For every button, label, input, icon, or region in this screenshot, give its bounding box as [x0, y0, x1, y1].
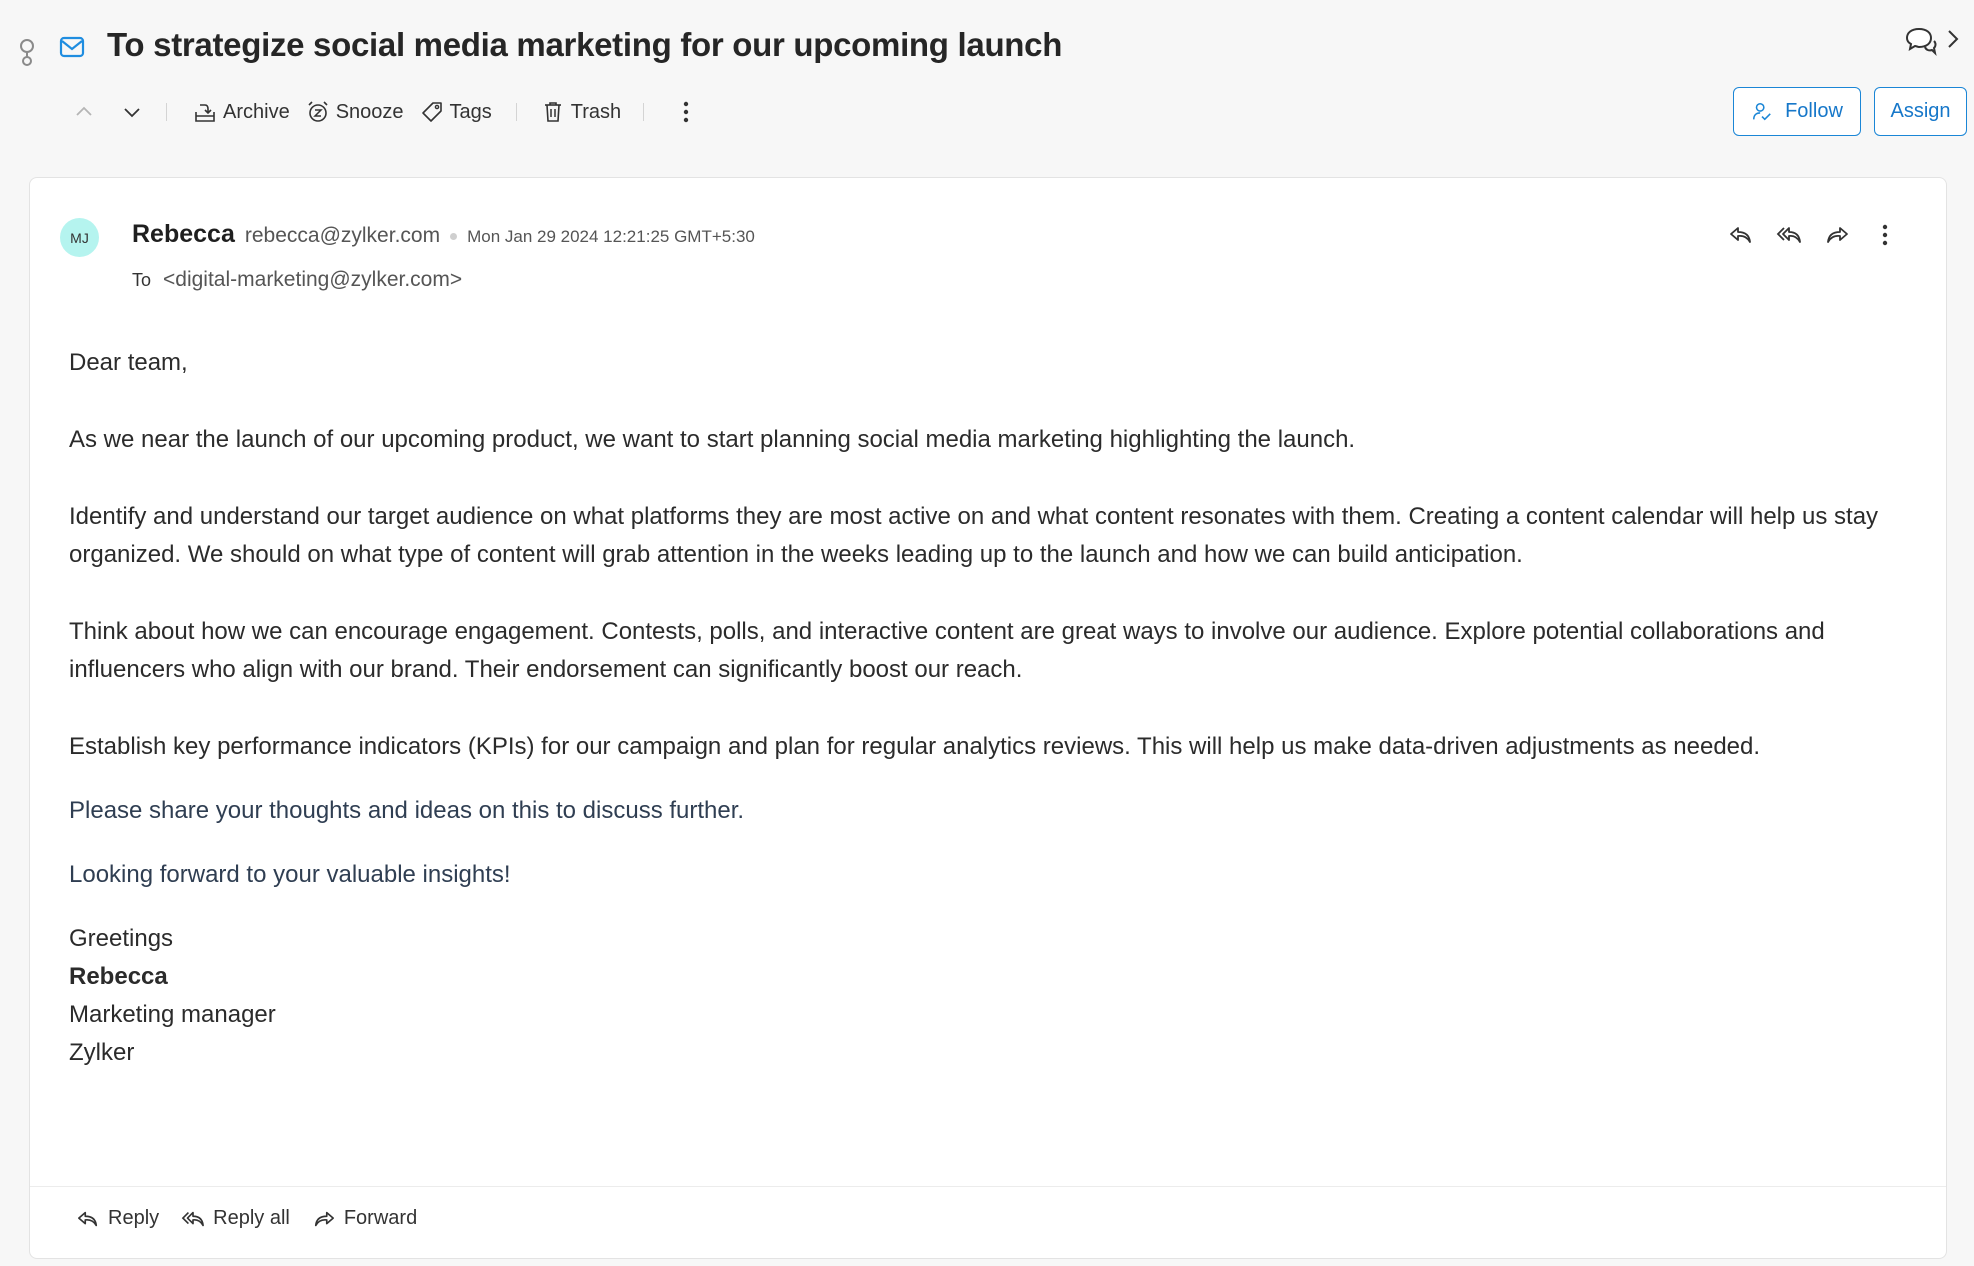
- recipient-address[interactable]: <digital-marketing@zylker.com>: [163, 268, 462, 292]
- tags-button[interactable]: Tags: [420, 100, 492, 124]
- sender-name[interactable]: Rebecca: [132, 220, 235, 249]
- footer-divider: [30, 1186, 1946, 1187]
- signature-title: Marketing manager: [69, 1001, 276, 1028]
- email-subject-title: To strategize social media marketing for…: [107, 26, 1063, 63]
- toolbar: Archive Snooze Tags Trash: [70, 96, 700, 128]
- reply-all-icon: [181, 1211, 205, 1226]
- toolbar-divider: [515, 103, 517, 121]
- footer-forward-button[interactable]: Forward: [312, 1207, 417, 1230]
- reply-button[interactable]: [1728, 222, 1754, 248]
- body-paragraph: Identify and understand our target audie…: [69, 503, 1879, 568]
- sender-email[interactable]: rebecca@zylker.com: [245, 224, 440, 248]
- user-follow-icon: [1753, 102, 1771, 120]
- to-label: To: [132, 270, 152, 290]
- closing-line: Looking forward to your valuable insight…: [69, 861, 511, 888]
- body-paragraph: Think about how we can encourage engagem…: [69, 618, 1825, 683]
- follow-button[interactable]: Follow: [1733, 87, 1861, 136]
- reply-label: Reply: [108, 1207, 160, 1229]
- snooze-label: Snooze: [335, 100, 404, 123]
- forward-button[interactable]: [1824, 222, 1850, 248]
- message-more-button[interactable]: [1872, 222, 1898, 248]
- toolbar-divider: [643, 103, 645, 121]
- forward-icon: [314, 1211, 334, 1226]
- more-options-button[interactable]: [672, 98, 700, 126]
- separator-dot: [450, 233, 458, 240]
- forward-icon: [1827, 227, 1848, 243]
- sent-date: Mon Jan 29 2024 12:21:25 GMT+5:30: [467, 227, 755, 246]
- snooze-clock-icon: [308, 101, 328, 122]
- trash-button[interactable]: Trash: [541, 100, 621, 124]
- forward-label: Forward: [343, 1207, 418, 1229]
- toolbar-divider: [166, 103, 167, 121]
- follow-label: Follow: [1785, 100, 1843, 122]
- chevron-up-icon: [76, 106, 92, 116]
- trash-label: Trash: [570, 100, 622, 123]
- chevron-right-icon[interactable]: [1946, 28, 1960, 50]
- signature-name: Rebecca: [69, 963, 168, 990]
- comments-icon[interactable]: [1904, 24, 1938, 58]
- message-footer-actions: Reply Reply all Forward: [76, 1207, 417, 1230]
- pin-icon[interactable]: [16, 36, 38, 70]
- envelope-icon: [58, 34, 86, 60]
- previous-email-button[interactable]: [70, 98, 98, 126]
- avatar: MJ: [60, 218, 99, 257]
- tag-icon: [421, 102, 442, 122]
- next-email-button[interactable]: [118, 98, 146, 126]
- email-body: Dear team, As we near the launch of our …: [69, 344, 1925, 1072]
- archive-button[interactable]: Archive: [193, 100, 290, 124]
- recipients-row: To <digital-marketing@zylker.com>: [132, 268, 462, 292]
- body-paragraph: As we near the launch of our upcoming pr…: [69, 426, 1356, 453]
- message-actions: [1728, 222, 1898, 248]
- archive-icon: [195, 104, 215, 122]
- closing-line: Please share your thoughts and ideas on …: [69, 797, 745, 824]
- reply-all-label: Reply all: [213, 1207, 290, 1229]
- signature-company: Zylker: [69, 1039, 135, 1066]
- more-vertical-icon: [1882, 224, 1888, 246]
- reply-icon: [78, 1211, 98, 1226]
- greeting: Dear team,: [69, 349, 188, 376]
- assign-button[interactable]: Assign: [1874, 87, 1967, 136]
- more-vertical-icon: [683, 101, 689, 123]
- body-paragraph: Establish key performance indicators (KP…: [69, 733, 1761, 760]
- footer-reply-button[interactable]: Reply: [76, 1207, 159, 1230]
- signature-salutation: Greetings: [69, 925, 174, 952]
- sender-row: Rebecca rebecca@zylker.com Mon Jan 29 20…: [132, 220, 755, 249]
- reply-all-icon: [1776, 227, 1801, 243]
- snooze-button[interactable]: Snooze: [306, 100, 404, 124]
- reply-all-button[interactable]: [1776, 222, 1802, 248]
- tags-label: Tags: [449, 100, 492, 123]
- chevron-down-icon: [124, 108, 140, 118]
- assign-label: Assign: [1890, 100, 1951, 122]
- archive-label: Archive: [223, 100, 290, 123]
- reply-icon: [1730, 227, 1751, 243]
- trash-icon: [544, 102, 561, 122]
- footer-reply-all-button[interactable]: Reply all: [181, 1207, 290, 1230]
